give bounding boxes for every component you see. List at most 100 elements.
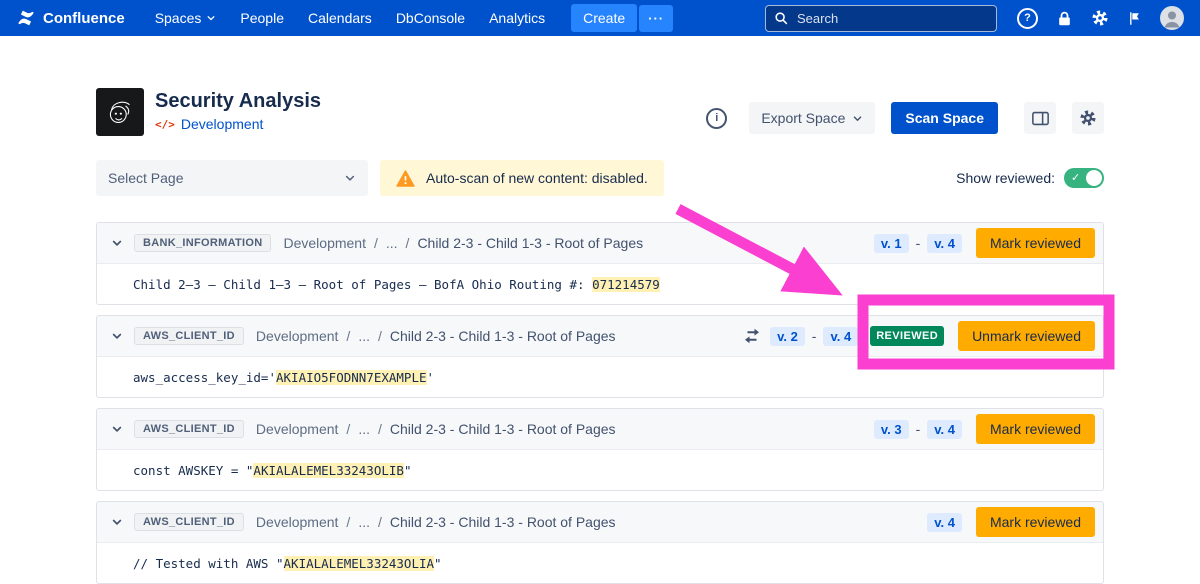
version-from-chip[interactable]: v. 1 xyxy=(874,234,909,253)
create-button[interactable]: Create xyxy=(571,4,637,32)
toggle-knob xyxy=(1086,170,1102,186)
autoscan-warning-banner: Auto-scan of new content: disabled. xyxy=(380,160,664,196)
breadcrumb-ellipsis[interactable]: ... xyxy=(358,514,370,530)
version-to-chip[interactable]: v. 4 xyxy=(823,327,858,346)
chevron-down-icon xyxy=(206,13,216,23)
space-settings-button[interactable] xyxy=(1072,102,1104,134)
nav-item-label: Spaces xyxy=(155,10,202,26)
nav-item-people[interactable]: People xyxy=(228,0,296,36)
collapse-chevron-icon[interactable] xyxy=(111,330,123,342)
version-dash: - xyxy=(916,235,921,251)
finding-code: Child 2–3 – Child 1–3 – Root of Pages – … xyxy=(97,264,1103,304)
finding-actions: v. 1 - v. 4 Mark reviewed xyxy=(874,228,1095,258)
toolbar-row: Select Page Auto-scan of new content: di… xyxy=(96,160,1104,196)
flag-icon[interactable] xyxy=(1127,10,1142,27)
nav-item-spaces[interactable]: Spaces xyxy=(143,0,229,36)
nav-item-calendars[interactable]: Calendars xyxy=(296,0,384,36)
finding-code: // Tested with AWS "AKIALALEMEL33243OLIA… xyxy=(97,543,1103,583)
finding-header: BANK_INFORMATION Development / ... / Chi… xyxy=(97,223,1103,264)
nav-item-dbconsole[interactable]: DbConsole xyxy=(384,0,477,36)
main-content: Security Analysis </> Development i Expo… xyxy=(0,88,1200,584)
gear-icon[interactable] xyxy=(1091,9,1109,27)
help-glyph: ? xyxy=(1024,12,1031,24)
lock-icon[interactable] xyxy=(1056,10,1073,27)
gear-icon xyxy=(1079,109,1097,127)
collapse-chevron-icon[interactable] xyxy=(111,237,123,249)
breadcrumb-space-link[interactable]: Development xyxy=(256,328,339,344)
version-to-chip[interactable]: v. 4 xyxy=(927,234,962,253)
brand-label: Confluence xyxy=(43,10,125,27)
mark-reviewed-button[interactable]: Mark reviewed xyxy=(976,507,1095,537)
breadcrumb-ellipsis[interactable]: ... xyxy=(358,421,370,437)
breadcrumb-space-link[interactable]: Development xyxy=(256,514,339,530)
warning-text: Auto-scan of new content: disabled. xyxy=(426,170,648,186)
breadcrumb-page-link[interactable]: Child 2-3 - Child 1-3 - Root of Pages xyxy=(417,235,643,251)
finding-type-badge: AWS_CLIENT_ID xyxy=(134,513,244,531)
code-suffix: " xyxy=(434,556,442,571)
nav-item-analytics[interactable]: Analytics xyxy=(477,0,557,36)
version-dash: - xyxy=(916,421,921,437)
show-reviewed-toggle[interactable]: ✓ xyxy=(1064,168,1104,188)
version-from-chip[interactable]: v. 3 xyxy=(874,420,909,439)
space-link[interactable]: Development xyxy=(181,116,264,132)
breadcrumb-space-link[interactable]: Development xyxy=(256,421,339,437)
export-space-label: Export Space xyxy=(761,110,845,126)
finding-code: aws_access_key_id='AKIAIO5FODNN7EXAMPLE' xyxy=(97,357,1103,397)
info-icon[interactable]: i xyxy=(706,108,727,129)
code-secret: 071214579 xyxy=(592,277,660,292)
check-icon: ✓ xyxy=(1071,173,1080,184)
breadcrumb-separator: / xyxy=(374,235,378,251)
chevron-down-icon xyxy=(852,113,863,124)
export-space-button[interactable]: Export Space xyxy=(749,102,875,134)
help-icon[interactable]: ? xyxy=(1017,8,1038,29)
breadcrumb-page-link[interactable]: Child 2-3 - Child 1-3 - Root of Pages xyxy=(390,421,616,437)
finding-header: AWS_CLIENT_ID Development / ... / Child … xyxy=(97,409,1103,450)
collapse-chevron-icon[interactable] xyxy=(111,516,123,528)
collapse-chevron-icon[interactable] xyxy=(111,423,123,435)
confluence-brand[interactable]: Confluence xyxy=(16,8,125,28)
top-navbar: Confluence Spaces People Calendars DbCon… xyxy=(0,0,1200,36)
finding-header: AWS_CLIENT_ID Development / ... / Child … xyxy=(97,316,1103,357)
scan-space-button[interactable]: Scan Space xyxy=(891,102,998,134)
show-reviewed-group: Show reviewed: ✓ xyxy=(956,168,1104,188)
finding-type-badge: AWS_CLIENT_ID xyxy=(134,327,244,345)
version-to-chip[interactable]: v. 4 xyxy=(927,420,962,439)
breadcrumb-page-link[interactable]: Child 2-3 - Child 1-3 - Root of Pages xyxy=(390,328,616,344)
mark-reviewed-button[interactable]: Mark reviewed xyxy=(976,414,1095,444)
page-title: Security Analysis xyxy=(155,89,321,113)
create-more-button[interactable]: ··· xyxy=(639,5,673,32)
select-page-dropdown[interactable]: Select Page xyxy=(96,160,368,196)
space-actions: i Export Space Scan Space xyxy=(706,102,1104,134)
mark-reviewed-button[interactable]: Unmark reviewed xyxy=(958,321,1095,351)
search-box[interactable] xyxy=(765,5,997,32)
space-header: Security Analysis </> Development i Expo… xyxy=(96,88,1104,136)
code-secret: AKIALALEMEL33243OLIB xyxy=(253,463,404,478)
breadcrumb: Development / ... / Child 2-3 - Child 1-… xyxy=(256,421,616,437)
code-prefix: aws_access_key_id=' xyxy=(133,370,276,385)
version-from-chip[interactable]: v. 2 xyxy=(770,327,805,346)
breadcrumb: Development / ... / Child 2-3 - Child 1-… xyxy=(256,514,616,530)
mark-reviewed-button[interactable]: Mark reviewed xyxy=(976,228,1095,258)
breadcrumb-space-link[interactable]: Development xyxy=(283,235,366,251)
search-input[interactable] xyxy=(795,10,988,27)
breadcrumb-separator: / xyxy=(378,328,382,344)
panel-layout-icon xyxy=(1032,111,1049,126)
finding-header: AWS_CLIENT_ID Development / ... / Child … xyxy=(97,502,1103,543)
finding-type-badge: BANK_INFORMATION xyxy=(134,234,271,252)
info-glyph: i xyxy=(715,112,718,124)
breadcrumb-page-link[interactable]: Child 2-3 - Child 1-3 - Root of Pages xyxy=(390,514,616,530)
breadcrumb-ellipsis[interactable]: ... xyxy=(358,328,370,344)
avatar[interactable] xyxy=(1160,6,1184,30)
breadcrumb: Development / ... / Child 2-3 - Child 1-… xyxy=(283,235,643,251)
version-to-chip[interactable]: v. 4 xyxy=(927,513,962,532)
compare-versions-icon[interactable] xyxy=(744,328,760,344)
sidebar-panel-button[interactable] xyxy=(1024,102,1056,134)
code-secret: AKIAIO5FODNN7EXAMPLE xyxy=(276,370,427,385)
finding-card: AWS_CLIENT_ID Development / ... / Child … xyxy=(96,408,1104,491)
finding-code: const AWSKEY = "AKIALALEMEL33243OLIB" xyxy=(97,450,1103,490)
breadcrumb-ellipsis[interactable]: ... xyxy=(386,235,398,251)
space-logo[interactable] xyxy=(96,88,144,136)
breadcrumb-separator: / xyxy=(406,235,410,251)
breadcrumb-separator: / xyxy=(346,514,350,530)
version-dash: - xyxy=(812,328,817,344)
